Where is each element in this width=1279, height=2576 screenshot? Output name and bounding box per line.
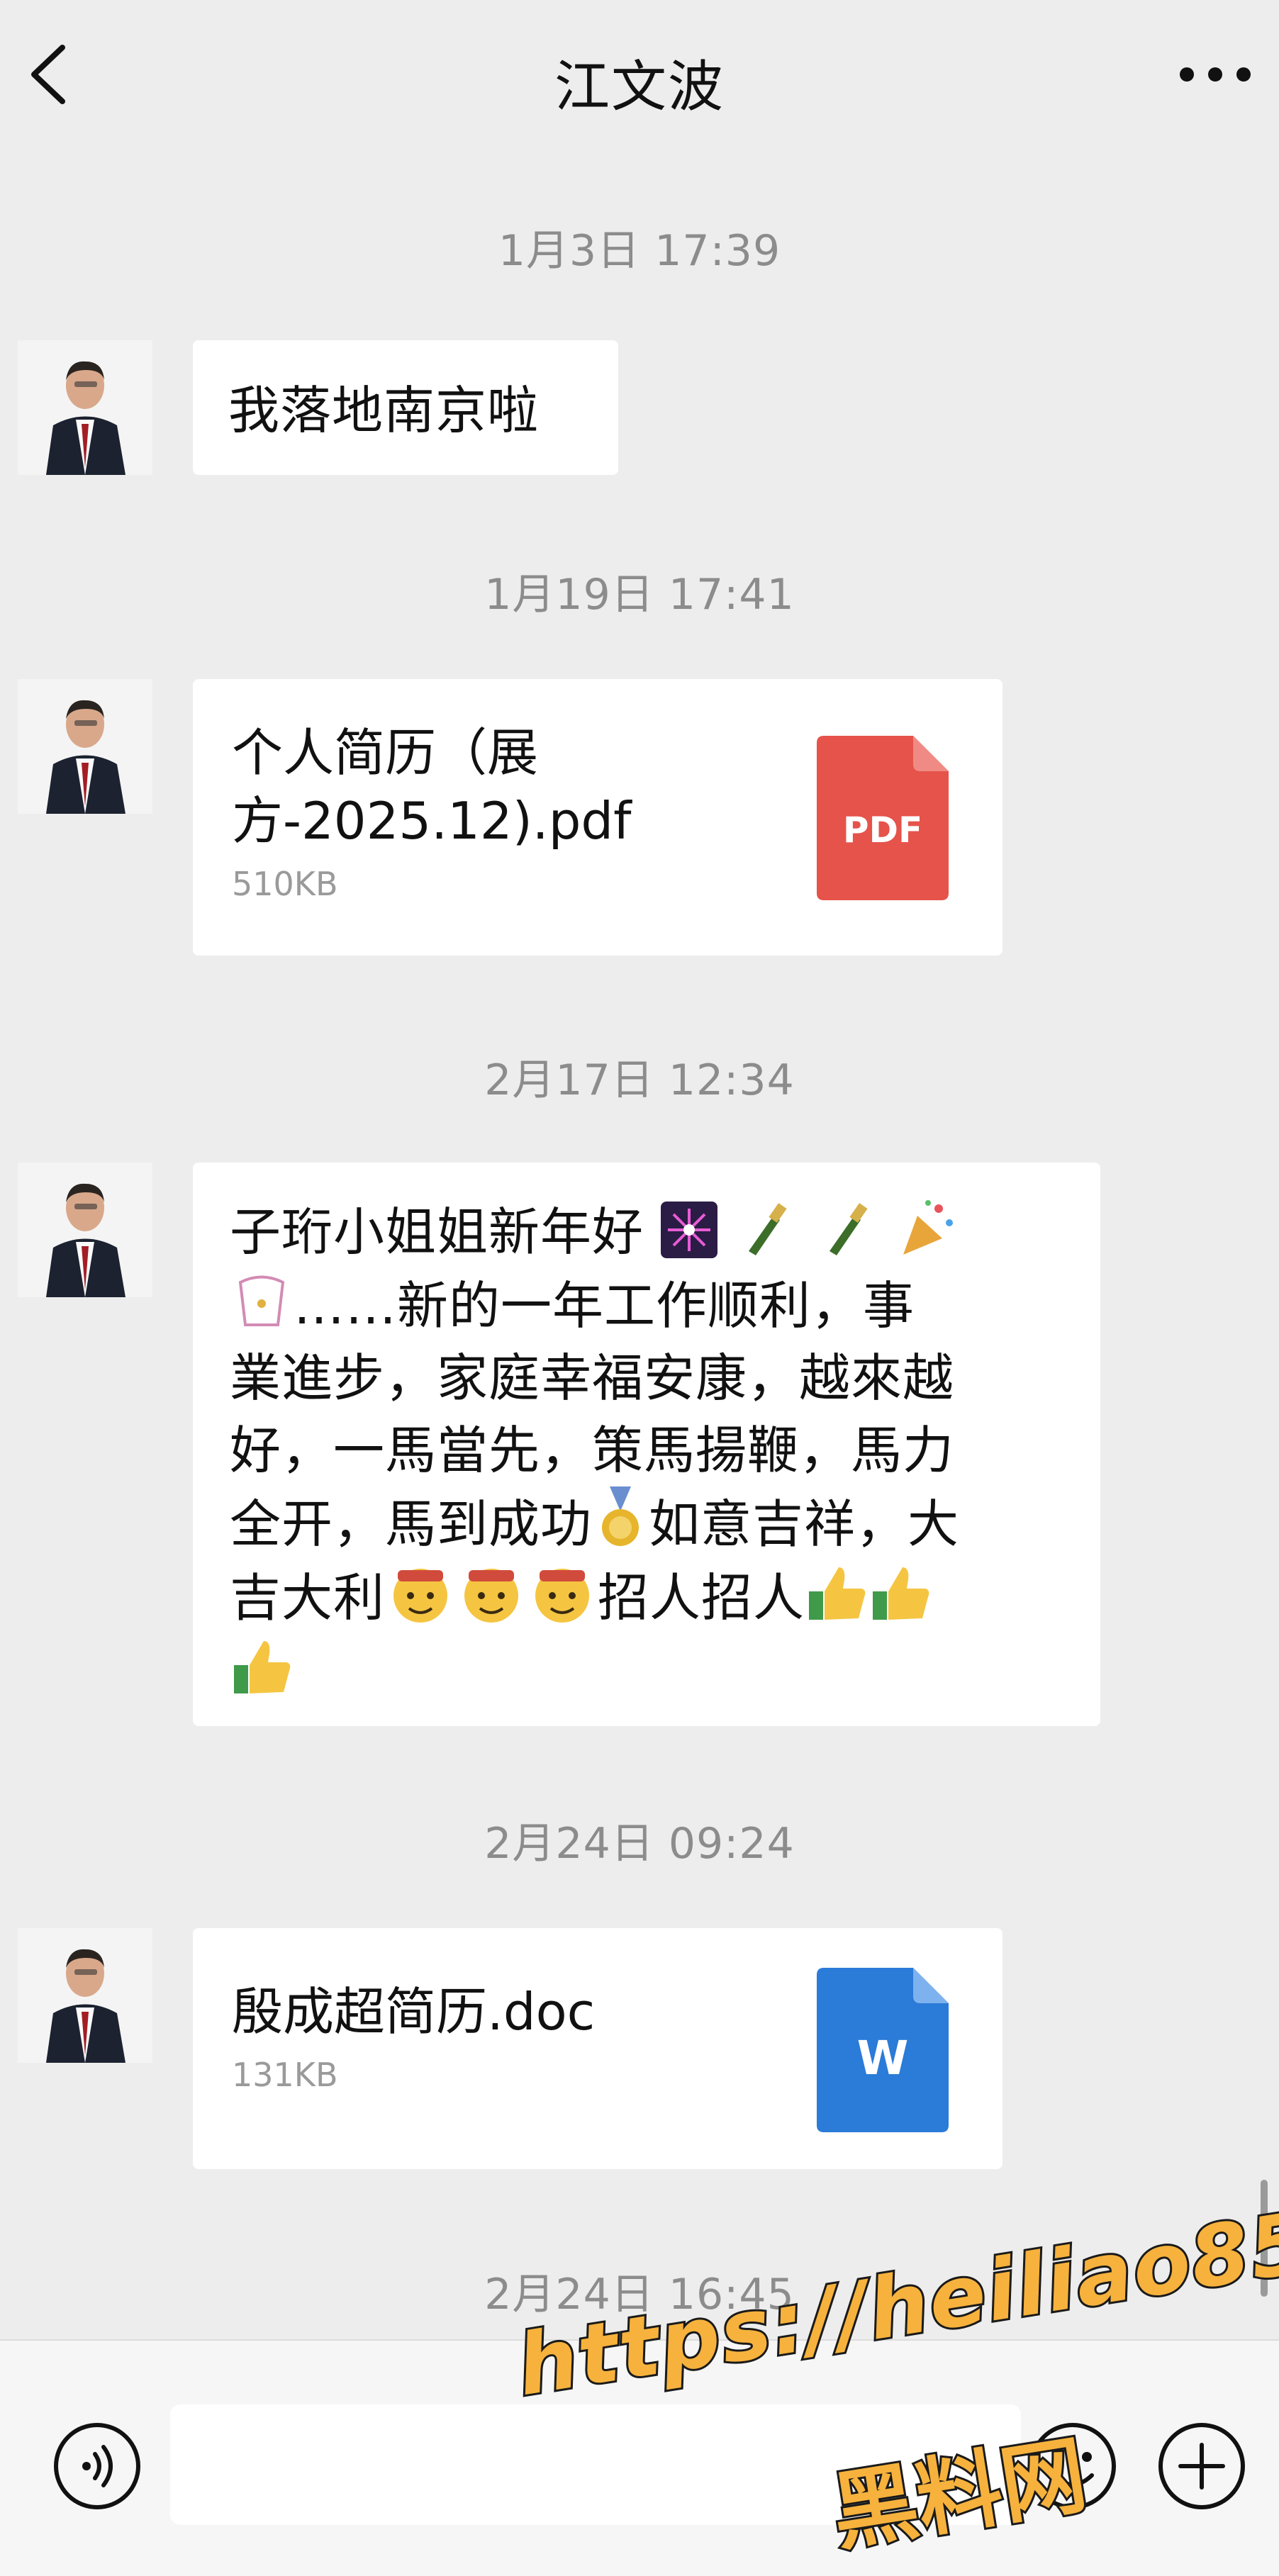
message-line: 全开，馬到成功 [230,1494,593,1554]
timestamp: 1月3日 17:39 [498,226,781,276]
message-line: 好，一馬當先，策馬揚鞭，馬力 [230,1421,955,1480]
timestamp: 2月17日 12:34 [484,1055,795,1105]
timestamp: 2月24日 09:24 [484,1819,795,1869]
plus-icon[interactable] [1156,2420,1248,2512]
party-popper-icon [903,1200,953,1255]
more-dots-icon[interactable] [1173,57,1258,92]
avatar[interactable] [18,1928,152,2063]
input-bar [0,2339,1279,2576]
money-face-emoji-icon [393,1569,448,1623]
money-face-emoji-icon [464,1569,519,1623]
message-text: 子珩小姐姐新年好 ……新的一年工作顺利，事 業進步，家庭幸福安康，越來越 好，一… [230,1194,1063,1708]
voice-icon[interactable] [51,2420,143,2512]
fireworks-emoji-icon [660,1202,717,1258]
text-message-bubble[interactable]: 子珩小姐姐新年好 ……新的一年工作顺利，事 業進步，家庭幸福安康，越來越 好，一… [193,1163,1100,1726]
message-line: 招人招人 [598,1568,805,1628]
message-line: 吉大利 [230,1568,386,1628]
word-icon-label: W [857,2031,909,2085]
avatar[interactable] [18,679,152,814]
pdf-file-icon: PDF [817,736,949,900]
timestamp: 2月24日 16:45 [484,2270,795,2319]
avatar[interactable] [18,340,152,475]
message-line: 子珩小姐姐新年好 [230,1202,644,1262]
word-file-icon: W [817,1968,949,2132]
chat-header: 江文波 [0,0,1279,149]
message-input[interactable] [170,2404,1021,2525]
message-text: 我落地南京啦 [228,381,540,440]
text-message-bubble[interactable]: 我落地南京啦 [193,340,618,475]
medal-icon [602,1486,640,1546]
money-face-emoji-icon [535,1569,590,1623]
timestamp: 1月19日 17:41 [484,570,795,620]
emoji-icon[interactable] [1027,2420,1119,2512]
champagne-bottle-icon [748,1203,787,1255]
message-line: 如意吉祥，大 [649,1494,960,1554]
pdf-icon-label: PDF [843,810,922,851]
champagne-bottle-icon [829,1203,868,1255]
message-line: 業進步，家庭幸福安康，越來越 [230,1348,955,1408]
avatar[interactable] [18,1163,152,1297]
message-line: ……新的一年工作顺利，事 [294,1276,915,1335]
file-message-doc[interactable]: 殷成超简历.doc 131KB W [193,1928,1002,2169]
thumbs-up-icon [873,1567,929,1620]
scrollbar[interactable] [1261,2180,1268,2297]
thumbs-up-icon [809,1567,866,1620]
thumbs-up-icon [234,1641,291,1693]
file-message-pdf[interactable]: 个人简历（展 方-2025.12).pdf 510KB PDF [193,679,1002,956]
confetti-icon [238,1275,285,1326]
chat-title: 江文波 [554,55,725,119]
